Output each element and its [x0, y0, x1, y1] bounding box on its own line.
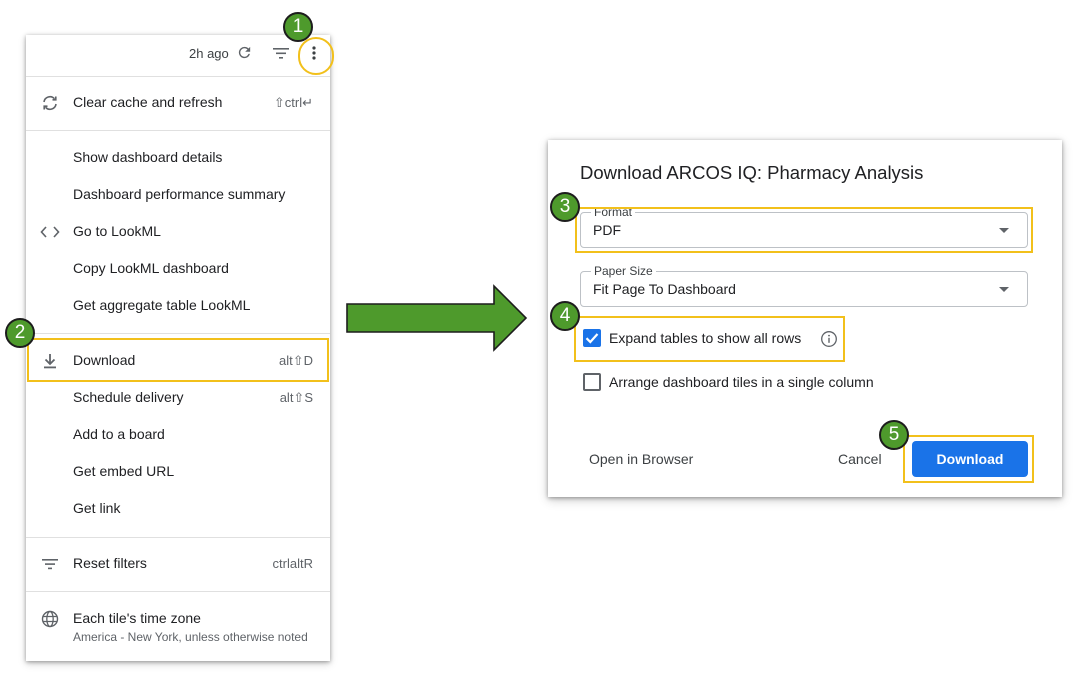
- menu-item-label: Reset filters: [73, 555, 147, 571]
- menu-item-label: Go to LookML: [73, 223, 161, 239]
- step-badge-1: 1: [283, 12, 313, 42]
- single-column-checkbox[interactable]: [583, 373, 601, 391]
- highlight-download-button: [903, 435, 1034, 483]
- paper-size-select[interactable]: Paper Size Fit Page To Dashboard: [580, 264, 1028, 307]
- menu-item-label: Get embed URL: [73, 463, 175, 479]
- highlight-download-item: [27, 338, 329, 382]
- menu-divider: [26, 76, 330, 77]
- menu-divider: [26, 537, 330, 538]
- menu-item-shortcut: alt⇧S: [279, 390, 313, 405]
- step-badge-3: 3: [550, 192, 580, 222]
- menu-item-shortcut: ctrlaltR: [272, 556, 313, 571]
- step-badge-2: 2: [5, 318, 35, 348]
- menu-item-label: Schedule delivery: [73, 389, 184, 405]
- open-in-browser-button[interactable]: Open in Browser: [589, 451, 693, 467]
- menu-item-label: Copy LookML dashboard: [73, 260, 229, 276]
- menu-item-shortcut: ⇧ctrl↵: [273, 95, 313, 110]
- step-badge-5: 5: [879, 420, 909, 450]
- menu-item-time-zone[interactable]: Each tile's time zone America - New York…: [26, 600, 330, 655]
- chevron-down-icon: [999, 287, 1009, 292]
- menu-item-label: Get link: [73, 500, 121, 516]
- menu-divider: [26, 130, 330, 131]
- menu-item-label: Clear cache and refresh: [73, 94, 223, 110]
- filter-icon[interactable]: [272, 45, 290, 66]
- menu-divider: [26, 333, 330, 334]
- menu-divider: [26, 591, 330, 592]
- menu-item-label: Dashboard performance summary: [73, 186, 286, 202]
- menu-item-go-to-lookml[interactable]: Go to LookML: [26, 213, 330, 250]
- cancel-button[interactable]: Cancel: [838, 451, 882, 467]
- last-updated-time: 2h ago: [189, 46, 229, 61]
- menu-item-copy-lookml[interactable]: Copy LookML dashboard: [26, 250, 330, 287]
- single-column-label: Arrange dashboard tiles in a single colu…: [609, 374, 874, 390]
- dialog-title: Download ARCOS IQ: Pharmacy Analysis: [580, 162, 924, 183]
- menu-item-add-to-board[interactable]: Add to a board: [26, 416, 330, 453]
- menu-item-label: Add to a board: [73, 426, 165, 442]
- code-icon: [40, 223, 60, 241]
- highlight-more-button: [298, 37, 334, 75]
- menu-item-performance-summary[interactable]: Dashboard performance summary: [26, 176, 330, 213]
- filter-icon: [40, 555, 60, 573]
- highlight-expand-tables: [574, 316, 845, 362]
- globe-icon: [40, 610, 60, 628]
- step-badge-4: 4: [550, 301, 580, 331]
- highlight-format-field: [575, 207, 1033, 253]
- menu-item-get-link[interactable]: Get link: [26, 490, 330, 527]
- menu-item-reset-filters[interactable]: Reset filters ctrlaltR: [26, 545, 330, 582]
- paper-size-value: Fit Page To Dashboard: [593, 281, 736, 297]
- menu-item-embed-url[interactable]: Get embed URL: [26, 453, 330, 490]
- flow-arrow: [346, 284, 528, 352]
- menu-item-label: Get aggregate table LookML: [73, 297, 251, 313]
- menu-item-sublabel: America - New York, unless otherwise not…: [73, 630, 308, 644]
- menu-item-show-details[interactable]: Show dashboard details: [26, 139, 330, 176]
- menu-item-label: Show dashboard details: [73, 149, 223, 165]
- menu-item-label: Each tile's time zone: [73, 610, 201, 626]
- menu-item-aggregate-table[interactable]: Get aggregate table LookML: [26, 287, 330, 324]
- refresh-icon: [40, 94, 60, 112]
- paper-size-label: Paper Size: [591, 264, 656, 278]
- refresh-icon[interactable]: [236, 44, 253, 66]
- menu-item-schedule-delivery[interactable]: Schedule delivery alt⇧S: [26, 379, 330, 416]
- menu-item-clear-cache[interactable]: Clear cache and refresh ⇧ctrl↵: [26, 84, 330, 121]
